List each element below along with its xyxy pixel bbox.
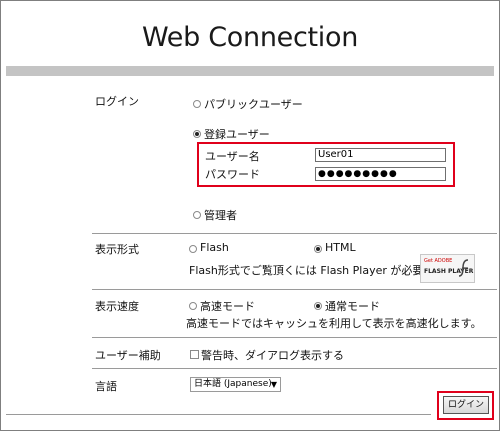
registered-user-radio[interactable] <box>193 130 201 138</box>
separator <box>92 233 497 234</box>
window-frame <box>0 0 500 431</box>
display-format-label: 表示形式 <box>95 243 139 256</box>
username-label: ユーザー名 <box>205 150 260 163</box>
dialog-warning-checkbox[interactable] <box>190 350 199 359</box>
separator <box>92 337 497 338</box>
flash-radio[interactable] <box>189 245 197 253</box>
login-button[interactable]: ログイン <box>443 396 489 414</box>
password-input[interactable]: ●●●●●●●●● <box>315 167 446 181</box>
login-section-label: ログイン <box>95 95 139 108</box>
normal-mode-label: 通常モード <box>325 300 380 313</box>
page-title: Web Connection <box>141 22 359 53</box>
language-select-value: 日本語 (Japanese) <box>194 379 272 389</box>
display-speed-label: 表示速度 <box>95 300 139 313</box>
normal-mode-radio[interactable] <box>314 302 322 310</box>
badge-line1: Get ADOBE <box>424 258 453 264</box>
flash-option-label: Flash <box>200 241 229 254</box>
fast-mode-radio[interactable] <box>189 302 197 310</box>
admin-label: 管理者 <box>204 209 237 222</box>
user-assist-label: ユーザー補助 <box>95 349 161 362</box>
flash-note: Flash形式でご覧頂くには Flash Player が必要です。 <box>189 264 456 277</box>
language-label: 言語 <box>95 380 117 393</box>
public-user-label: パブリックユーザー <box>204 98 303 111</box>
html-option-label: HTML <box>325 241 356 254</box>
registered-user-label: 登録ユーザー <box>204 128 270 141</box>
flash-player-icon <box>458 259 469 277</box>
bottom-separator <box>6 414 431 415</box>
separator <box>92 289 497 290</box>
header-bar <box>6 66 494 76</box>
admin-radio[interactable] <box>193 211 201 219</box>
password-label: パスワード <box>205 168 260 181</box>
username-input[interactable]: User01 <box>315 148 446 162</box>
separator <box>92 368 497 369</box>
language-select[interactable]: 日本語 (Japanese) ▼ <box>190 377 281 392</box>
html-radio[interactable] <box>314 245 322 253</box>
get-flash-player-badge[interactable]: Get ADOBE FLASH PLAYER <box>420 254 475 283</box>
public-user-radio[interactable] <box>193 100 201 108</box>
display-speed-note: 高速モードではキャッシュを利用して表示を高速化します。 <box>186 317 482 330</box>
fast-mode-label: 高速モード <box>200 300 255 313</box>
dialog-warning-label: 警告時、ダイアログ表示する <box>201 349 344 362</box>
chevron-down-icon: ▼ <box>270 380 277 389</box>
